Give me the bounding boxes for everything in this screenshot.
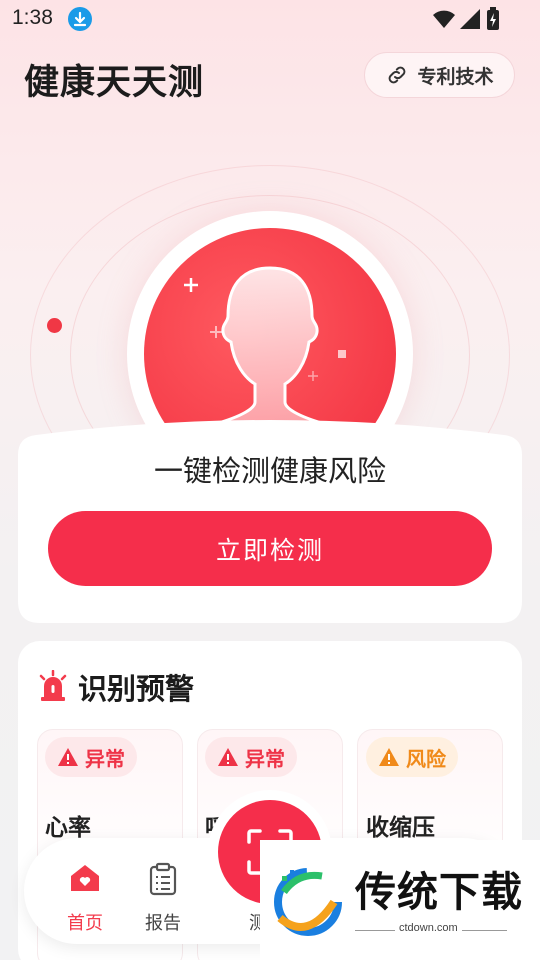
tab-label-report: 报告 <box>145 913 181 934</box>
app-title: 健康天天测 <box>24 63 205 103</box>
decor-dot <box>47 318 62 333</box>
warning-triangle-icon <box>379 748 399 766</box>
watermark-url: ctdown.com <box>395 922 462 934</box>
battery-icon <box>487 7 499 30</box>
clipboard-icon <box>149 862 177 896</box>
tab-label-home: 首页 <box>67 913 103 934</box>
wifi-icon <box>433 10 455 28</box>
tab-home[interactable] <box>55 862 115 898</box>
patent-button[interactable]: 专利技术 <box>364 52 515 98</box>
warning-triangle-icon <box>218 748 238 766</box>
detect-now-button[interactable]: 立即检测 <box>48 511 492 586</box>
tab-report[interactable] <box>133 862 193 900</box>
badge-label: 异常 <box>85 746 125 771</box>
warning-title: 识别预警 <box>78 672 195 706</box>
warning-triangle-icon <box>58 748 78 766</box>
watermark-text: 传统下载 <box>355 868 523 916</box>
metric-name: 心率 <box>45 815 91 841</box>
status-bar: 1:38 <box>0 0 540 38</box>
alarm-icon <box>39 670 67 701</box>
download-icon <box>68 7 92 31</box>
watermark-logo <box>274 868 342 936</box>
status-badge: 风险 <box>366 737 458 777</box>
badge-label: 异常 <box>245 746 285 771</box>
detect-prompt: 一键检测健康风险 <box>153 454 386 488</box>
status-badge: 异常 <box>45 737 137 777</box>
patent-label: 专利技术 <box>417 65 494 88</box>
status-badge: 异常 <box>205 737 297 777</box>
signal-icon <box>460 9 480 29</box>
status-time: 1:38 <box>12 6 53 29</box>
home-icon <box>71 865 99 891</box>
badge-label: 风险 <box>406 746 446 771</box>
link-icon <box>389 66 406 84</box>
metric-name: 收缩压 <box>366 815 435 841</box>
